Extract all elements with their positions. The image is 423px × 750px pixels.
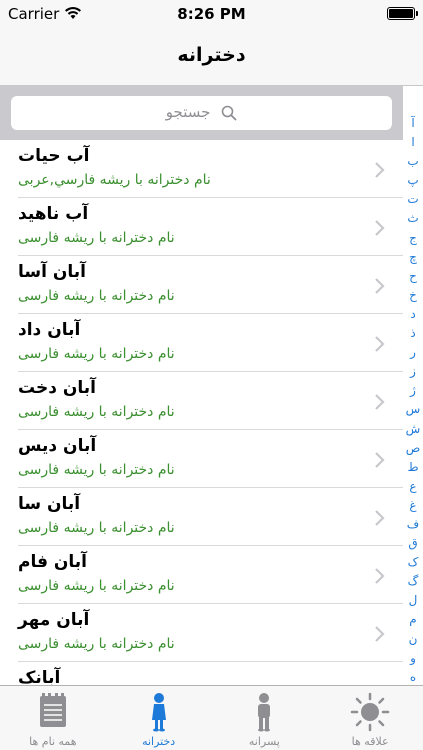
list-item[interactable]: آبان دخت نام دخترانه با ریشه فارسی (0, 372, 403, 430)
search-icon (221, 105, 237, 120)
chevron-right-icon (375, 626, 385, 642)
chevron-right-icon (375, 394, 385, 410)
name-origin: نام دخترانه با ریشه فارسی (18, 404, 175, 420)
chevron-right-icon (375, 220, 385, 236)
index-letter[interactable]: ب (403, 152, 423, 171)
status-bar: Carrier 8:26 PM (0, 0, 423, 28)
tab-bar: همه نام ها دخترانه پسرانه علاقه ها (0, 685, 423, 750)
names-list[interactable]: آب حیات نام دخترانه با ریشه فارسي,عربی آ… (0, 140, 403, 685)
index-letter[interactable]: د (403, 305, 423, 324)
list-item[interactable]: آبان مهر نام دخترانه با ریشه فارسی (0, 604, 403, 662)
index-letter[interactable]: م (403, 610, 423, 629)
index-letter[interactable]: ل (403, 591, 423, 610)
index-letter[interactable]: ه (403, 668, 423, 687)
name-origin: نام دخترانه با ریشه فارسی (18, 288, 175, 304)
list-item[interactable]: آب ناهید نام دخترانه با ریشه فارسی (0, 198, 403, 256)
index-letter[interactable]: ک (403, 553, 423, 572)
girl-icon (151, 693, 166, 732)
index-letter[interactable]: ر (403, 343, 423, 362)
name-title: آبان آسا (18, 262, 86, 282)
name-title: آبان فام (18, 552, 87, 572)
chevron-right-icon (375, 452, 385, 468)
name-title: آبان دیس (18, 436, 97, 456)
list-item[interactable]: آبان فام نام دخترانه با ریشه فارسی (0, 546, 403, 604)
list-item[interactable]: آبان آسا نام دخترانه با ریشه فارسی (0, 256, 403, 314)
index-letter[interactable]: ش (403, 420, 423, 439)
index-letter[interactable]: پ (403, 171, 423, 190)
index-letter[interactable]: ا (403, 133, 423, 152)
index-letter[interactable]: غ (403, 496, 423, 515)
chevron-right-icon (375, 568, 385, 584)
tab-label: همه نام ها (29, 735, 77, 748)
list-item[interactable]: آب حیات نام دخترانه با ریشه فارسي,عربی (0, 140, 403, 198)
chevron-right-icon (375, 336, 385, 352)
name-title: آب حیات (18, 146, 90, 166)
index-letter[interactable]: چ (403, 248, 423, 267)
index-letter[interactable]: ز (403, 362, 423, 381)
name-origin: نام دخترانه با ریشه فارسی (18, 578, 175, 594)
index-letter[interactable]: س (403, 400, 423, 419)
name-title: آبان دخت (18, 378, 96, 398)
search-input[interactable]: جستجو (11, 96, 392, 130)
name-title: آبان داد (18, 320, 81, 340)
chevron-right-icon (375, 278, 385, 294)
search-bar: جستجو (0, 86, 403, 140)
index-letter[interactable]: و (403, 649, 423, 668)
list-item[interactable]: آبان داد نام دخترانه با ریشه فارسی (0, 314, 403, 372)
sun-icon (350, 692, 390, 732)
name-origin: نام دخترانه با ریشه فارسي,عربی (18, 172, 211, 188)
notepad-icon (39, 693, 66, 727)
index-letter[interactable]: ن (403, 630, 423, 649)
name-title: آبان مهر (18, 610, 90, 630)
tab-label: پسرانه (248, 735, 280, 748)
index-letter[interactable]: خ (403, 286, 423, 305)
list-item[interactable]: آبان سا نام دخترانه با ریشه فارسی (0, 488, 403, 546)
section-index[interactable]: آابپتثجچحخدذرزژسشصطعغفقکگلمنوهی (403, 86, 423, 703)
index-letter[interactable]: ق (403, 534, 423, 553)
index-letter[interactable]: ح (403, 267, 423, 286)
index-letter[interactable]: ف (403, 515, 423, 534)
clock: 8:26 PM (177, 5, 246, 23)
index-letter[interactable]: ث (403, 209, 423, 228)
index-letter[interactable]: گ (403, 572, 423, 591)
name-origin: نام دخترانه با ریشه فارسی (18, 346, 175, 362)
name-title: آبانک (18, 668, 61, 685)
page-title: دخترانه (177, 44, 246, 66)
navigation-bar: دخترانه (0, 28, 423, 86)
tab-boys[interactable]: پسرانه (212, 686, 318, 750)
index-letter[interactable]: ج (403, 229, 423, 248)
index-letter[interactable]: ط (403, 458, 423, 477)
battery-icon (387, 7, 418, 20)
chevron-right-icon (375, 510, 385, 526)
index-letter[interactable]: ت (403, 190, 423, 209)
index-letter[interactable]: ذ (403, 324, 423, 343)
index-letter[interactable]: آ (403, 114, 423, 133)
name-origin: نام دخترانه با ریشه فارسی (18, 636, 175, 652)
tab-girls[interactable]: دخترانه (106, 686, 212, 750)
tab-favorites[interactable]: علاقه ها (317, 686, 423, 750)
index-letter[interactable]: ص (403, 439, 423, 458)
list-item[interactable]: آبانک (0, 662, 403, 685)
search-placeholder: جستجو (165, 103, 211, 121)
name-title: آب ناهید (18, 204, 89, 224)
tab-label: علاقه ها (351, 735, 389, 748)
index-letter[interactable]: ع (403, 477, 423, 496)
list-item[interactable]: آبان دیس نام دخترانه با ریشه فارسی (0, 430, 403, 488)
section-index-letters[interactable]: آابپتثجچحخدذرزژسشصطعغفقکگلمنوهی (403, 114, 423, 706)
chevron-right-icon (375, 162, 385, 178)
index-letter[interactable]: ژ (403, 381, 423, 400)
tab-all-names[interactable]: همه نام ها (0, 686, 106, 750)
tab-label: دخترانه (142, 735, 176, 748)
boy-icon (258, 693, 271, 732)
name-origin: نام دخترانه با ریشه فارسی (18, 462, 175, 478)
name-origin: نام دخترانه با ریشه فارسی (18, 230, 175, 246)
name-origin: نام دخترانه با ریشه فارسی (18, 520, 175, 536)
name-title: آبان سا (18, 494, 81, 514)
